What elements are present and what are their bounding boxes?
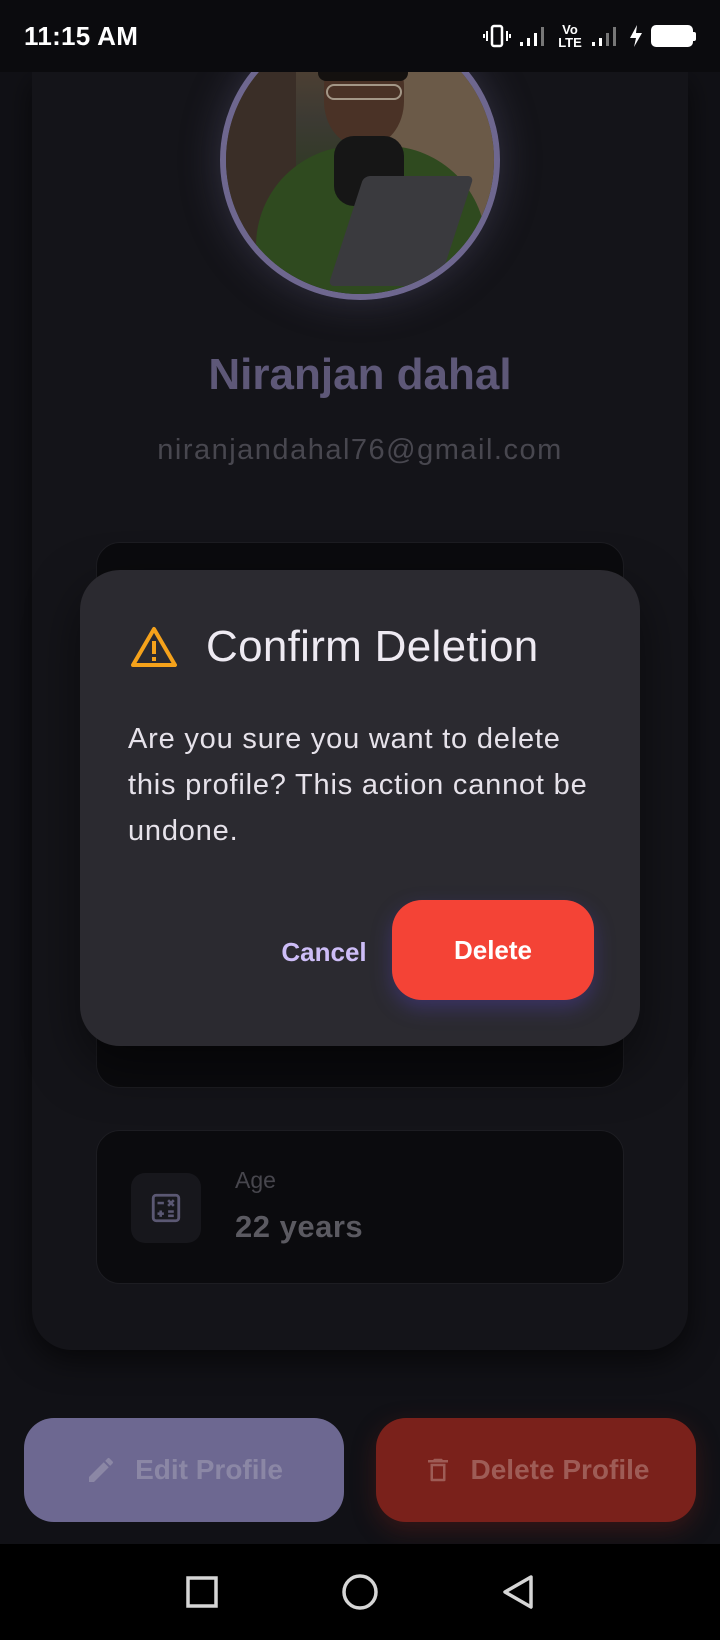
charging-icon <box>630 25 642 47</box>
back-icon[interactable] <box>501 1574 535 1610</box>
home-icon[interactable] <box>341 1573 379 1611</box>
navigation-bar <box>0 1544 720 1640</box>
warning-icon <box>131 627 177 667</box>
dialog-header: Confirm Deletion <box>130 622 538 672</box>
battery-icon: 38 <box>651 25 696 47</box>
battery-level: 38 <box>651 25 693 47</box>
status-bar: 11:15 AM Vo LTE 38 <box>0 0 720 72</box>
dialog-title: Confirm Deletion <box>206 622 539 671</box>
cancel-button[interactable]: Cancel <box>264 924 384 980</box>
signal-icon <box>520 27 544 46</box>
network-type-label: Vo LTE <box>558 22 582 50</box>
recent-apps-icon[interactable] <box>185 1575 219 1609</box>
delete-button[interactable]: Delete <box>392 900 594 1000</box>
vibrate-icon <box>483 24 511 48</box>
status-icons: Vo LTE 38 <box>483 23 696 49</box>
signal-icon-2 <box>592 27 616 46</box>
dialog-message: Are you sure you want to delete this pro… <box>128 723 588 847</box>
status-time: 11:15 AM <box>24 20 139 51</box>
confirm-deletion-dialog: Confirm Deletion Are you sure you want t… <box>80 570 640 1046</box>
